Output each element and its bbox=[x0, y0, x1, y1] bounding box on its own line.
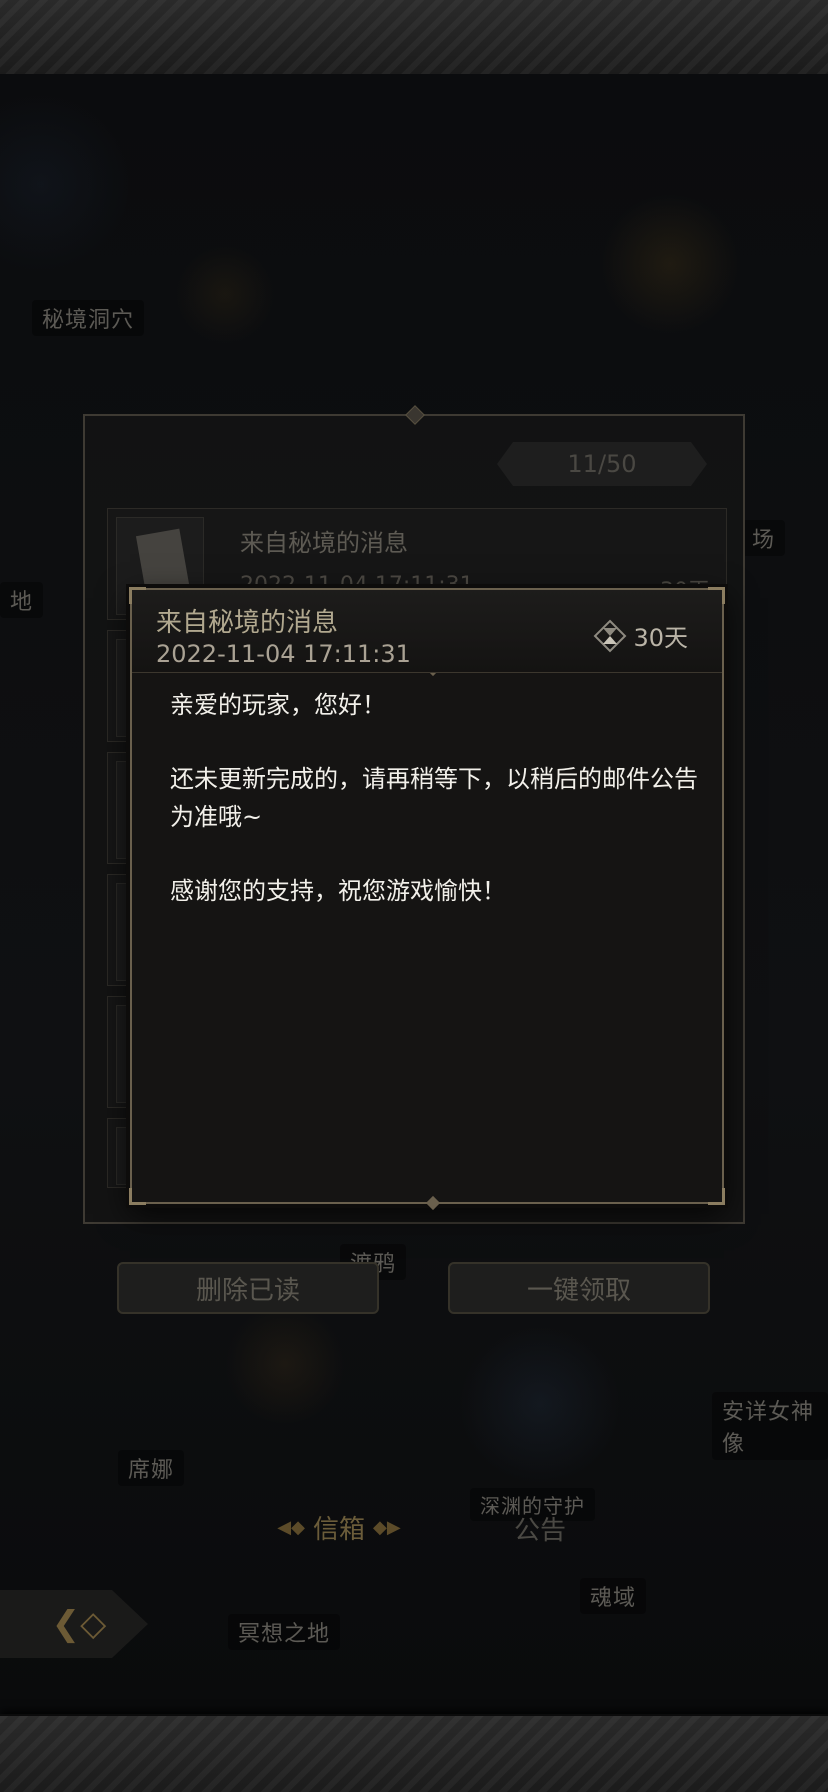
tab-notice[interactable]: 公告 bbox=[514, 1510, 566, 1547]
map-label-edge-right: 场 bbox=[742, 520, 786, 556]
mail-detail-dialog: 来自秘境的消息 2022-11-04 17:11:31 30天 亲爱的玩家，您好… bbox=[129, 587, 725, 1211]
mail-title: 来自秘境的消息 bbox=[156, 608, 339, 638]
map-label-edge-left: 地 bbox=[0, 582, 44, 618]
mail-greeting: 亲爱的玩家，您好！ bbox=[170, 691, 386, 719]
corner-ornament bbox=[129, 1188, 146, 1205]
tab-mailbox-label: 信箱 bbox=[312, 1514, 365, 1545]
map-label-sina: 席娜 bbox=[118, 1450, 185, 1486]
map-label-meditation: 冥想之地 bbox=[228, 1614, 341, 1650]
wing-left-icon: ◀◆ bbox=[277, 1516, 305, 1538]
hourglass-icon bbox=[594, 619, 627, 652]
bottom-frame bbox=[0, 1714, 828, 1792]
mail-closing: 感谢您的支持，祝您游戏愉快！ bbox=[170, 877, 506, 905]
expiry-days: 30天 bbox=[633, 624, 688, 652]
mail-body: 亲爱的玩家，您好！ 还未更新完成的，请再稍等下，以稍后的邮件公告为准哦~ 感谢您… bbox=[170, 686, 700, 946]
mail-row-title: 来自秘境的消息 bbox=[240, 529, 408, 557]
map-label-soul-domain: 魂域 bbox=[580, 1578, 647, 1614]
mail-expiry: 30天 bbox=[593, 618, 688, 653]
wing-right-icon: ◆▶ bbox=[373, 1516, 401, 1538]
map-label-goddess: 安详女神像 bbox=[712, 1392, 828, 1460]
dialog-header: 来自秘境的消息 2022-11-04 17:11:31 30天 bbox=[132, 590, 722, 673]
map-label-secret-cave: 秘境洞穴 bbox=[32, 300, 145, 336]
top-frame bbox=[0, 0, 828, 76]
mail-paragraph: 还未更新完成的，请再稍等下，以稍后的邮件公告为准哦~ bbox=[170, 765, 698, 831]
mail-count: 11/50 bbox=[497, 442, 707, 486]
tab-mailbox[interactable]: ◀◆ 信箱 ◆▶ bbox=[252, 1506, 426, 1548]
delete-read-button[interactable]: 删除已读 bbox=[117, 1262, 379, 1314]
corner-ornament bbox=[708, 1188, 725, 1205]
collect-all-button[interactable]: 一键领取 bbox=[448, 1262, 710, 1314]
mail-timestamp: 2022-11-04 17:11:31 bbox=[156, 640, 411, 668]
back-diamond-icon: ❮◇ bbox=[51, 1604, 107, 1644]
